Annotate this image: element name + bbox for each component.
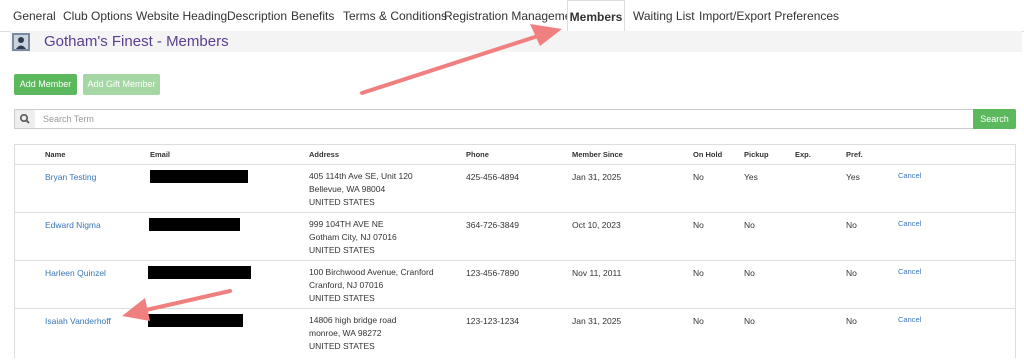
on-hold-cell: No xyxy=(693,268,704,278)
column-header-pref: Pref. xyxy=(846,150,863,159)
phone-cell: 123-456-7890 xyxy=(466,268,519,278)
on-hold-cell: No xyxy=(693,316,704,326)
address-line: UNITED STATES xyxy=(309,197,375,207)
tab-description[interactable]: Description xyxy=(227,0,287,32)
redacted-email xyxy=(148,266,251,279)
phone-cell: 364-726-3849 xyxy=(466,220,519,230)
member-name-link[interactable]: Harleen Quinzel xyxy=(45,267,106,279)
address-line: UNITED STATES xyxy=(309,293,375,303)
row-divider xyxy=(14,308,1016,309)
pref-cell: No xyxy=(846,316,857,326)
cancel-link[interactable]: Cancel xyxy=(898,218,921,230)
pickup-cell: No xyxy=(744,220,755,230)
tab-website-heading[interactable]: Website Heading xyxy=(136,0,227,32)
tab-terms-conditions[interactable]: Terms & Conditions xyxy=(343,0,447,32)
member-since-cell: Oct 10, 2023 xyxy=(572,220,621,230)
column-header-on-hold: On Hold xyxy=(693,150,723,159)
member-since-cell: Jan 31, 2025 xyxy=(572,316,622,326)
row-divider xyxy=(14,164,1016,165)
search-button[interactable]: Search xyxy=(973,109,1016,129)
pickup-cell: No xyxy=(744,268,755,278)
tab-members[interactable]: Members xyxy=(567,0,625,33)
column-header-name: Name xyxy=(45,150,66,159)
cancel-link[interactable]: Cancel xyxy=(898,314,921,326)
column-header-address: Address xyxy=(309,150,340,159)
cancel-link[interactable]: Cancel xyxy=(898,266,921,278)
address-line: UNITED STATES xyxy=(309,245,375,255)
member-since-cell: Nov 11, 2011 xyxy=(572,268,622,278)
tab-club-options[interactable]: Club Options xyxy=(63,0,132,32)
member-name-link[interactable]: Edward Nigma xyxy=(45,219,101,231)
address-line: Bellevue, WA 98004 xyxy=(309,184,386,194)
column-header-pickup: Pickup xyxy=(744,150,769,159)
club-icon xyxy=(12,33,30,51)
pref-cell: No xyxy=(846,220,857,230)
redacted-email xyxy=(150,170,248,183)
tab-waiting-list[interactable]: Waiting List xyxy=(633,0,695,32)
column-header-member-since: Member Since xyxy=(572,150,623,159)
tab-import-export-preferences[interactable]: Import/Export Preferences xyxy=(699,0,839,32)
column-header-phone: Phone xyxy=(466,150,489,159)
search-addon xyxy=(14,109,36,129)
member-name-link[interactable]: Isaiah Vanderhoff xyxy=(45,315,111,327)
column-header-exp: Exp. xyxy=(795,150,811,159)
row-divider xyxy=(14,260,1016,261)
address-line: monroe, WA 98272 xyxy=(309,328,382,338)
search-input[interactable] xyxy=(35,109,974,129)
redacted-email xyxy=(148,314,243,327)
row-divider xyxy=(14,212,1016,213)
address-line: 999 104TH AVE NE xyxy=(309,219,384,229)
address-line: UNITED STATES xyxy=(309,341,375,351)
on-hold-cell: No xyxy=(693,172,704,182)
column-header-email: Email xyxy=(150,150,171,159)
search-icon xyxy=(20,114,30,124)
pref-cell: No xyxy=(846,268,857,278)
page-title: Gotham's Finest - Members xyxy=(44,33,229,50)
add-member-button[interactable]: Add Member xyxy=(14,74,77,95)
phone-cell: 123-123-1234 xyxy=(466,316,519,326)
pickup-cell: No xyxy=(744,316,755,326)
address-line: Cranford, NJ 07016 xyxy=(309,280,384,290)
member-since-cell: Jan 31, 2025 xyxy=(572,172,622,182)
pref-cell: Yes xyxy=(846,172,860,182)
on-hold-cell: No xyxy=(693,220,704,230)
tab-registration-management[interactable]: Registration Management xyxy=(444,0,581,32)
redacted-email xyxy=(149,218,240,231)
phone-cell: 425-456-4894 xyxy=(466,172,519,182)
tab-benefits[interactable]: Benefits xyxy=(291,0,334,32)
tab-general[interactable]: General xyxy=(13,0,56,32)
address-line: 100 Birchwood Avenue, Cranford xyxy=(309,267,434,277)
address-line: 14806 high bridge road xyxy=(309,315,397,325)
tab-bar: General Club Options Website Heading Des… xyxy=(0,0,1024,33)
address-line: 405 114th Ave SE, Unit 120 xyxy=(309,171,413,181)
add-gift-member-button[interactable]: Add Gift Member xyxy=(83,74,160,95)
address-line: Gotham City, NJ 07016 xyxy=(309,232,397,242)
cancel-link[interactable]: Cancel xyxy=(898,170,921,182)
pickup-cell: Yes xyxy=(744,172,758,182)
member-name-link[interactable]: Bryan Testing xyxy=(45,171,96,183)
